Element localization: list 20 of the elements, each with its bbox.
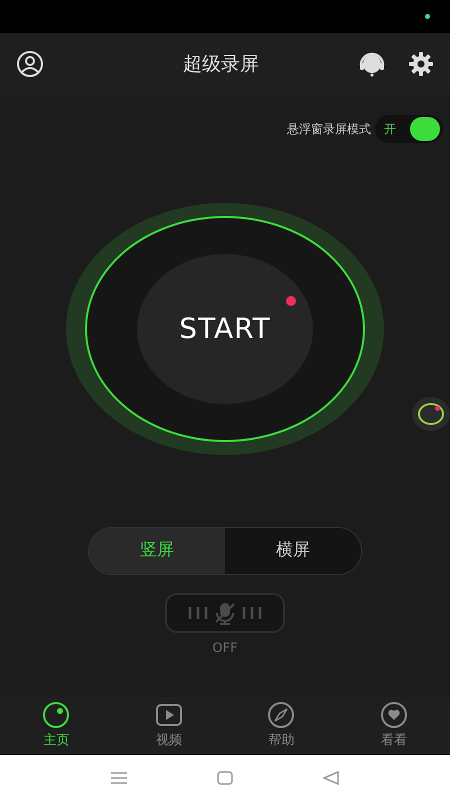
headset-icon[interactable]	[358, 50, 386, 78]
settings-icon[interactable]	[408, 51, 434, 77]
nav-tab[interactable]: 视频	[112, 697, 225, 754]
float-mode-toggle[interactable]: 开	[375, 115, 443, 143]
menu-icon[interactable]	[110, 770, 128, 784]
orientation-tab[interactable]: 竖屏	[89, 528, 225, 574]
profile-icon[interactable]	[16, 50, 44, 78]
microphone-toggle[interactable]	[165, 593, 285, 633]
back-icon[interactable]	[322, 770, 340, 784]
floating-record-icon[interactable]	[412, 397, 450, 431]
float-mode-label: 悬浮窗录屏模式	[287, 121, 371, 138]
nav-tab[interactable]: 主页	[0, 697, 112, 754]
nav-tab[interactable]: 帮助	[225, 697, 338, 754]
microphone-status: OFF	[212, 640, 238, 658]
app-title: 超级录屏	[183, 52, 259, 77]
compass-icon	[267, 700, 296, 729]
start-button[interactable]: START	[137, 254, 313, 404]
nav-tab[interactable]: 看看	[338, 697, 450, 754]
home-icon[interactable]	[216, 770, 234, 784]
record-icon	[42, 700, 70, 729]
